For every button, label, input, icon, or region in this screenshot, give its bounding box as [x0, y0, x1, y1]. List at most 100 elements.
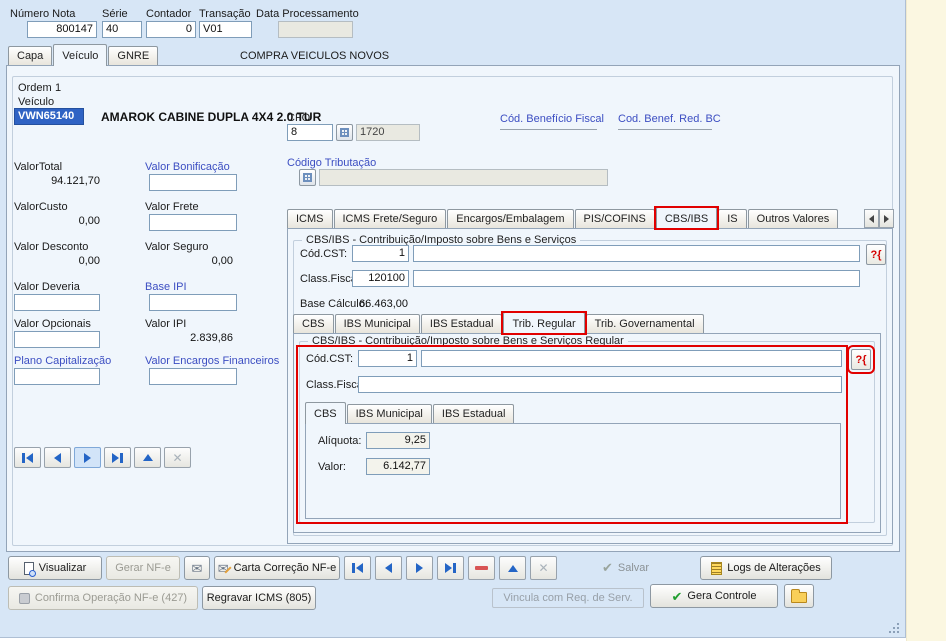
subtab-ibs-estadual-label: IBS Estadual — [429, 318, 494, 330]
cancel-icon: ✕ — [172, 450, 183, 465]
subtab-trib-regular[interactable]: Trib. Regular — [501, 311, 587, 335]
nav-cancel-button[interactable]: ✕ — [530, 556, 557, 580]
inner-tabstrip: CBS IBS Municipal IBS Estadual — [305, 402, 515, 424]
visualizar-button[interactable]: Visualizar — [8, 556, 102, 580]
cod-cst-field[interactable]: 1 — [352, 245, 409, 262]
visualizar-label: Visualizar — [38, 562, 87, 574]
scroll-left-icon — [869, 214, 874, 223]
vehicle-nav-next-button[interactable] — [74, 447, 101, 468]
veiculo-code-field[interactable]: VWN65140 — [14, 108, 84, 125]
base-calculo-value: 66.463,00 — [359, 298, 408, 310]
reg-cod-cst-desc-field[interactable] — [421, 350, 842, 367]
subtab-ibs-municipal[interactable]: IBS Municipal — [334, 314, 420, 333]
subtab-cbs[interactable]: CBS — [293, 314, 334, 333]
cod-benef-red-bc-label: Cod. Benef. Red. BC — [618, 113, 721, 125]
tab-cbs-ibs[interactable]: CBS/IBS — [653, 206, 720, 230]
reg-cst-help-button[interactable]: ?{ — [847, 345, 875, 374]
last-icon — [120, 452, 123, 463]
confirma-operacao-button[interactable]: Confirma Operação NF-e (427) — [8, 586, 198, 610]
vehicle-nav-up-button[interactable] — [134, 447, 161, 468]
cod-benef-red-bc-field[interactable] — [618, 129, 712, 130]
nav-next-button[interactable] — [406, 556, 433, 580]
subtab-ibs-municipal-label: IBS Municipal — [343, 318, 411, 330]
cfo-field[interactable]: 8 — [287, 124, 333, 141]
enviar-email-button[interactable]: ✉ — [184, 556, 210, 580]
innertab-ibs-municipal[interactable]: IBS Municipal — [346, 404, 432, 423]
valor-label: Valor: — [318, 461, 346, 473]
tab-icms-frete-seguro[interactable]: ICMS Frete/Seguro — [333, 209, 447, 228]
nav-last-button[interactable] — [437, 556, 464, 580]
tax-tabstrip: ICMS ICMS Frete/Seguro Encargos/Embalage… — [287, 206, 839, 230]
cod-cst-desc-field[interactable] — [413, 245, 860, 262]
abrir-pasta-button[interactable] — [784, 584, 814, 608]
numero-nota-field[interactable]: 800147 — [27, 21, 97, 38]
regular-group-title: CBS/IBS - Contribuição/Imposto sobre Ben… — [308, 335, 628, 348]
subtab-cbs-label: CBS — [302, 318, 325, 330]
tab-icms[interactable]: ICMS — [287, 209, 333, 228]
contador-field[interactable]: 0 — [146, 21, 196, 38]
tab-pis-cofins[interactable]: PIS/COFINS — [574, 209, 655, 228]
logs-alteracoes-button[interactable]: Logs de Alterações — [700, 556, 832, 580]
cfo-lookup-button[interactable] — [336, 124, 353, 141]
innertab-ibs-estadual[interactable]: IBS Estadual — [432, 404, 515, 423]
valor-bonificacao-field[interactable] — [149, 174, 237, 191]
innertab-cbs-label: CBS — [314, 407, 337, 420]
valor-field: 6.142,77 — [366, 458, 430, 475]
tab-scroll-left-button[interactable] — [864, 209, 879, 228]
nota-descricao: COMPRA VEICULOS NOVOS — [240, 50, 390, 62]
base-ipi-field[interactable] — [149, 294, 237, 311]
tab-encargos-embalagem-label: Encargos/Embalagem — [456, 213, 565, 225]
valor-frete-field[interactable] — [149, 214, 237, 231]
tab-icms-frete-seguro-label: ICMS Frete/Seguro — [342, 213, 438, 225]
cod-cst-label: Cód.CST: — [300, 248, 348, 260]
subtab-trib-governamental[interactable]: Trib. Governamental — [585, 314, 704, 333]
reg-class-fiscal-field[interactable] — [358, 376, 842, 393]
vincula-req-button[interactable]: Vincula com Req. de Serv. — [492, 588, 644, 608]
tab-gnre[interactable]: GNRE — [108, 46, 159, 65]
gerar-nfe-button[interactable]: Gerar NF-e — [106, 556, 180, 580]
regravar-icms-button[interactable]: Regravar ICMS (805) — [202, 586, 316, 610]
plano-capitalizacao-field[interactable] — [14, 368, 100, 385]
tab-outros-valores[interactable]: Outros Valores — [747, 209, 839, 228]
valor-seguro-value: 0,00 — [211, 255, 233, 267]
tab-scroll-right-button[interactable] — [879, 209, 894, 228]
class-fiscal-desc-field[interactable] — [413, 270, 860, 287]
serie-field[interactable]: 40 — [102, 21, 142, 38]
valor-encargos-financeiros-field[interactable] — [149, 368, 237, 385]
valor-custo-value: 0,00 — [78, 215, 100, 227]
cst-help-button[interactable]: ?{ — [866, 244, 886, 265]
tab-veiculo[interactable]: Veículo — [53, 44, 108, 66]
nav-delete-button[interactable] — [468, 556, 495, 580]
contador-label: Contador — [146, 8, 192, 20]
next-icon — [84, 452, 91, 463]
confirma-operacao-label: Confirma Operação NF-e (427) — [34, 592, 188, 604]
tab-capa[interactable]: Capa — [8, 46, 53, 65]
gera-controle-button[interactable]: ✔ Gera Controle — [650, 584, 778, 608]
nav-first-button[interactable] — [344, 556, 371, 580]
valor-frete-label: Valor Frete — [145, 201, 199, 213]
nav-up-button[interactable] — [499, 556, 526, 580]
prev-icon — [54, 452, 61, 463]
codigo-tributacao-lookup-button[interactable] — [299, 169, 316, 186]
tab-is[interactable]: IS — [718, 209, 747, 228]
scroll-right-icon — [884, 214, 889, 223]
vehicle-nav-delete-button[interactable]: ✕ — [164, 447, 191, 468]
class-fiscal-field[interactable]: 120100 — [352, 270, 409, 287]
resize-grip[interactable] — [889, 623, 891, 625]
subtab-ibs-estadual[interactable]: IBS Estadual — [420, 314, 503, 333]
transacao-field[interactable]: V01 — [199, 21, 252, 38]
valor-deveria-field[interactable] — [14, 294, 100, 311]
first-icon — [22, 452, 25, 463]
innertab-cbs[interactable]: CBS — [305, 402, 346, 424]
tab-encargos-embalagem[interactable]: Encargos/Embalagem — [447, 209, 574, 228]
vehicle-nav-first-button[interactable] — [14, 447, 41, 468]
nav-prev-button[interactable] — [375, 556, 402, 580]
cod-beneficio-fiscal-field[interactable] — [500, 129, 597, 130]
salvar-button[interactable]: ✔ Salvar — [602, 561, 649, 574]
vehicle-nav-last-button[interactable] — [104, 447, 131, 468]
vehicle-nav-prev-button[interactable] — [44, 447, 71, 468]
transacao-label: Transação — [199, 8, 251, 20]
valor-opcionais-field[interactable] — [14, 331, 100, 348]
reg-cod-cst-field[interactable]: 1 — [358, 350, 417, 367]
carta-correcao-button[interactable]: ✉ Carta Correção NF-e — [214, 556, 340, 580]
